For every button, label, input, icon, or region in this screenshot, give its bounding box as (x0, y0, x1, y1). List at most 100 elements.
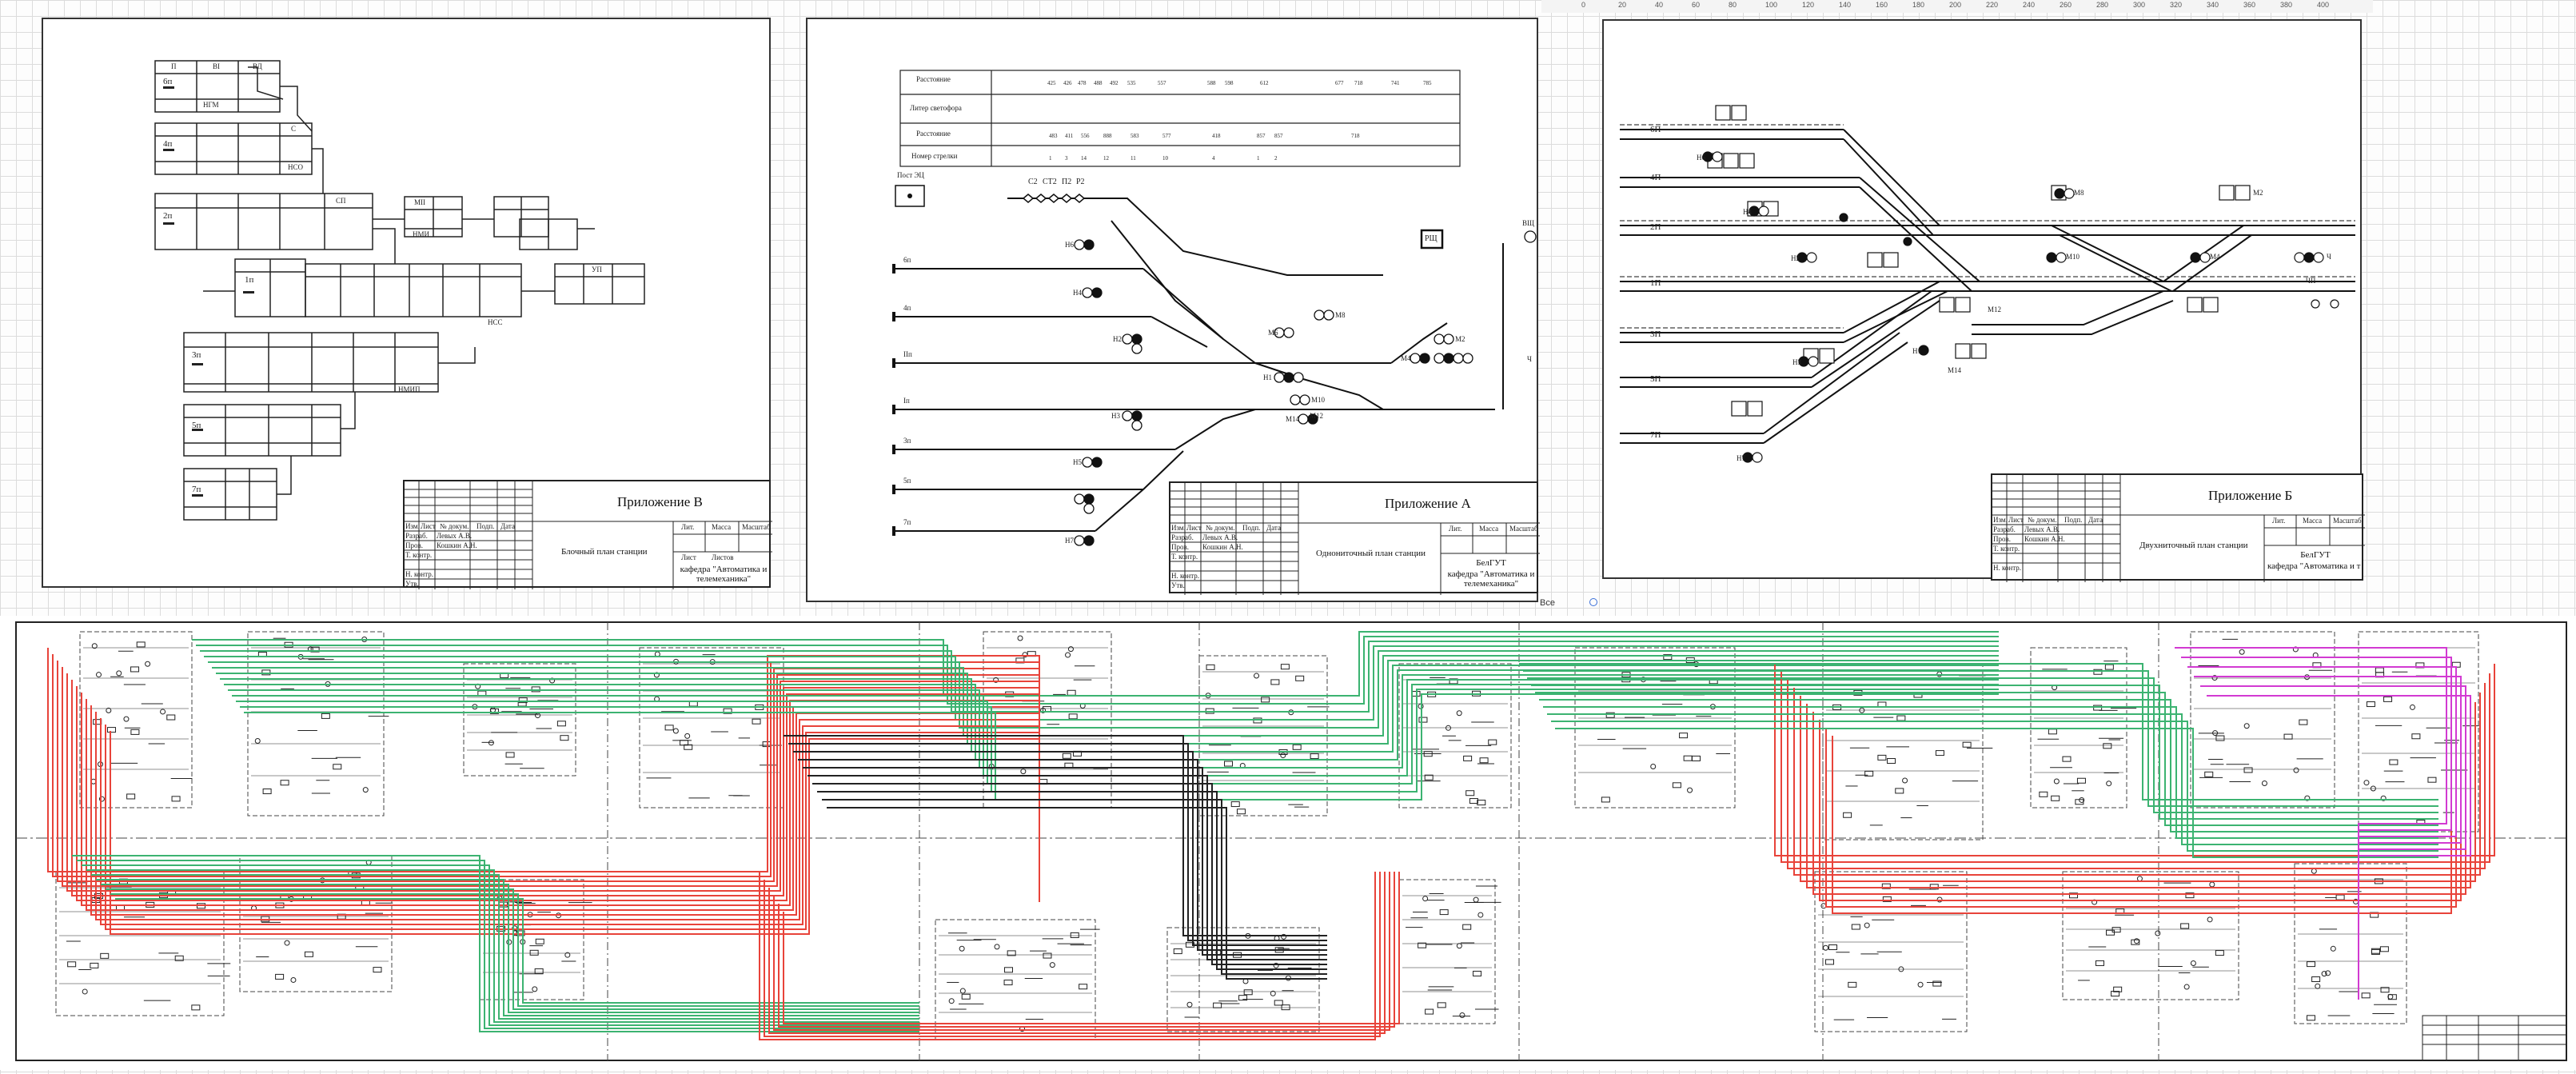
signal-n2: Н2 (1113, 335, 1122, 343)
block-footer-nss: НСС (488, 318, 503, 326)
svg-text:612: 612 (1260, 80, 1269, 86)
signal-n3: Н3 (1111, 412, 1120, 420)
block-header-sp: СП (336, 197, 346, 205)
block-footer-nmi: НМИ (413, 230, 430, 238)
signal-c-m8: М8 (2074, 189, 2084, 197)
track-6p: 6п (903, 256, 911, 264)
svg-text:11: 11 (1130, 155, 1136, 162)
title-block-c: Приложение Б Двухниточный план станции И… (1991, 473, 2365, 582)
svg-text:478: 478 (1078, 80, 1087, 86)
svg-text:598: 598 (1225, 80, 1234, 86)
title-block-a: Приложение А Однониточный план станции И… (1169, 481, 1540, 595)
signal-c-m12: М12 (1988, 305, 2002, 313)
appendix-title-c: Приложение Б (2208, 488, 2293, 503)
circuit-schematic-sheet[interactable] (0, 616, 2576, 1070)
svg-text:411: 411 (1065, 133, 1074, 139)
block-header-mii: МII (414, 198, 425, 206)
track-6P: 6П (1650, 125, 1661, 134)
svg-text:418: 418 (1212, 133, 1221, 139)
track-7p: 7п (903, 518, 911, 526)
signal-c-n1: Н1 (1912, 347, 1921, 355)
signal-c-n3: Н3 (1792, 358, 1801, 366)
track-2P: 2П (1650, 222, 1661, 232)
caption-b: Блочный план станции (561, 547, 648, 557)
device-rsch: РЩ (1425, 234, 1438, 243)
track-label-7p: 7п (192, 485, 201, 494)
dept-a: кафедра "Автоматика и телемеханика" (1447, 569, 1535, 589)
dept-c: кафедра "Автоматика и т (2267, 561, 2361, 571)
signal-m8: М8 (1335, 311, 1346, 319)
block-row-3p (183, 332, 439, 393)
signal-n6: Н6 (1065, 241, 1074, 249)
svg-text:741: 741 (1391, 80, 1400, 86)
signal-c-chp: ЧП (2306, 277, 2316, 285)
appendix-title-a: Приложение А (1385, 496, 1471, 511)
svg-text:718: 718 (1354, 80, 1363, 86)
caption-c: Двухниточный план станции (2139, 541, 2248, 550)
track-label-5p: 5п (192, 421, 201, 430)
radio-icon[interactable] (1589, 598, 1597, 606)
signal-c2: С2 (1028, 178, 1038, 186)
block-header-vi: ВI (213, 62, 220, 70)
signal-m2: М2 (1455, 335, 1465, 343)
track-Ip: Iп (903, 397, 910, 405)
signal-p2: П2 (1062, 178, 1072, 186)
signal-m10: М10 (1311, 396, 1326, 404)
svg-text:426: 426 (1063, 80, 1072, 86)
signal-c-ch: Ч (2327, 253, 2331, 261)
device-vsch: ВЩ (1522, 219, 1535, 227)
signal-c-m14: М14 (1948, 366, 1962, 374)
block-header-s: С (291, 125, 297, 133)
svg-text:888: 888 (1103, 133, 1112, 139)
zoom-selector[interactable]: Все (1540, 598, 1555, 608)
signal-m6: М6 (1268, 329, 1278, 337)
table-row-distance-2: Расстояние (916, 130, 951, 138)
svg-text:1: 1 (1257, 155, 1260, 162)
block-row-2p (154, 193, 595, 250)
track-label-6p: 6п (163, 77, 173, 86)
circuit-schematic-drawing (15, 621, 2567, 1061)
signal-ch: Ч (1527, 355, 1532, 363)
title-block-b: Приложение В Блочный план станции Изм. Л… (403, 480, 772, 589)
sheet-block-plan[interactable]: 6п 4п 2п 1п 3п 5п 7п П ВI ВД С СП МII УП… (42, 18, 772, 589)
svg-text:492: 492 (1110, 80, 1119, 86)
block-header-up: УП (592, 266, 602, 273)
signal-m4: М4 (1401, 354, 1411, 362)
svg-text:535: 535 (1127, 80, 1136, 86)
block-footer-nso: НСО (288, 163, 304, 171)
block-row-5p (183, 404, 341, 457)
signal-n1: Н1 (1263, 373, 1272, 381)
track-4p: 4п (903, 304, 911, 312)
appendix-title-b: Приложение В (617, 494, 703, 509)
sheet-double-line-plan[interactable]: 6П 4П 2П 1П 3П 5П 7П Н6 Н4 Н2 Н1 Н3 Н7 М… (1602, 19, 2365, 582)
track-label-1p: 1п (245, 275, 254, 285)
svg-text:857: 857 (1274, 133, 1283, 139)
block-footer-nmip: НМИП (398, 385, 421, 393)
svg-text:577: 577 (1162, 133, 1171, 139)
signal-c-m2: М2 (2253, 189, 2263, 197)
signal-c-m4: М4 (2210, 253, 2220, 261)
signal-n4: Н4 (1073, 289, 1082, 297)
svg-text:583: 583 (1130, 133, 1139, 139)
track-3P: 3П (1650, 329, 1661, 339)
signal-c-n2: Н2 (1791, 254, 1800, 262)
track-7P: 7П (1650, 430, 1661, 440)
svg-text:677: 677 (1335, 80, 1344, 86)
signal-c-n7: Н7 (1737, 454, 1745, 462)
block-row-1p (203, 258, 645, 317)
table-row-switch-number: Номер стрелки (911, 152, 958, 160)
block-header-vd: ВД (253, 62, 262, 70)
signal-n7: Н7 (1065, 537, 1074, 545)
post-label: Пост ЭЦ (897, 171, 924, 179)
signal-ct2: СТ2 (1043, 178, 1057, 186)
svg-text:556: 556 (1081, 133, 1090, 139)
track-label-2p: 2п (163, 211, 173, 221)
block-footer-ngm: НГМ (203, 101, 219, 109)
svg-text:557: 557 (1158, 80, 1166, 86)
org-c: БелГУТ (2300, 550, 2331, 560)
svg-text:785: 785 (1423, 80, 1432, 86)
dept-b: кафедра "Автоматика и телемеханика" (680, 565, 768, 584)
svg-text:718: 718 (1351, 133, 1360, 139)
sheet-single-line-plan[interactable]: 425 426 478 488 492 535 557 588 598 612 677 718 741 7… (806, 18, 1540, 602)
horizontal-ruler[interactable]: 0 20 40 60 80 100 120 140 160 180 200 22… (1541, 0, 2373, 13)
